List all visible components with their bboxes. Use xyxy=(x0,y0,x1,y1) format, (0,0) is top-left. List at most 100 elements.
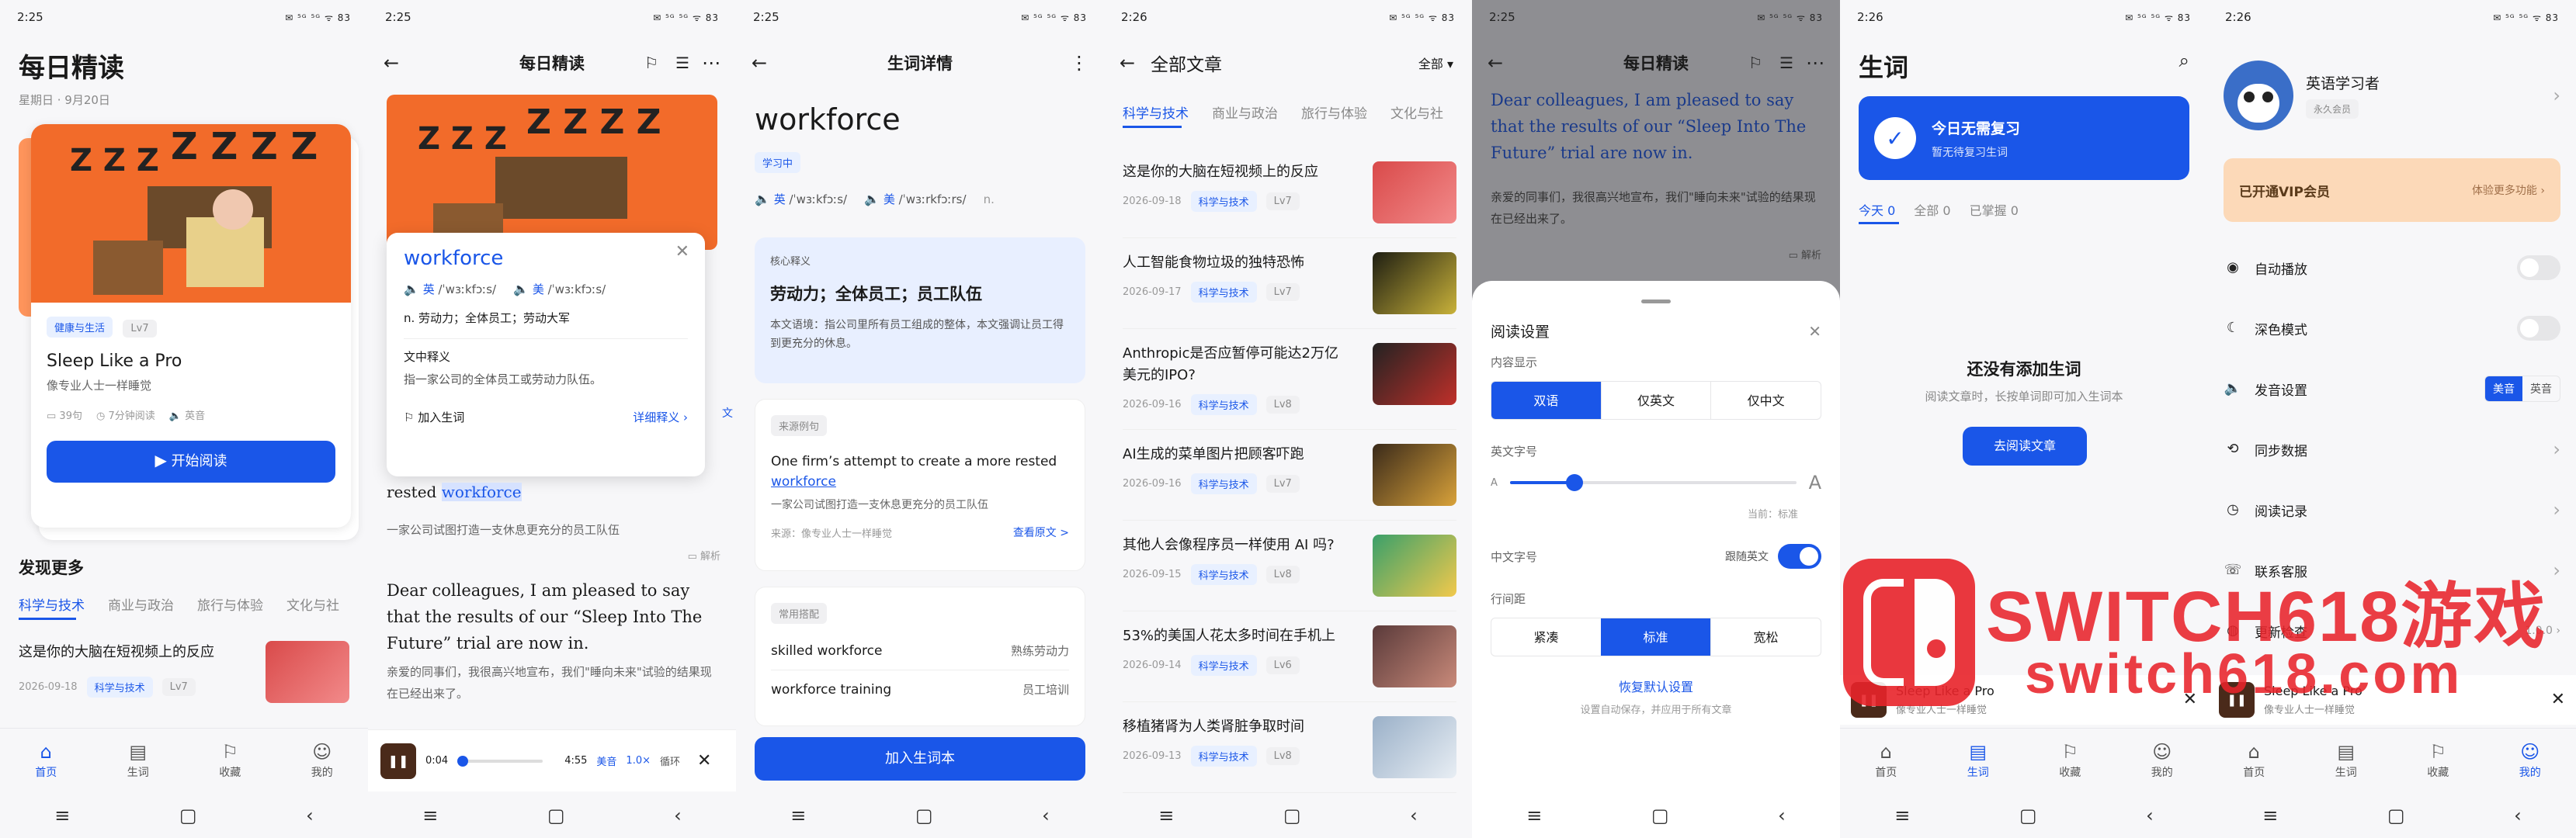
parse-button[interactable]: ▭ 解析 xyxy=(688,548,720,563)
square-icon[interactable]: ▢ xyxy=(1283,805,1301,826)
menu-icon[interactable]: ≡ xyxy=(1526,805,1542,826)
menu-icon[interactable]: ≡ xyxy=(1894,805,1910,826)
seg-standard[interactable]: 标准 xyxy=(1601,618,1710,656)
back-arrow-icon[interactable]: ← xyxy=(752,54,767,72)
seg-chinese-only[interactable]: 仅中文 xyxy=(1710,382,1821,419)
list-item[interactable]: 这是你的大脑在短视频上的反应 2026-09-18 科学与技术 Lv7 xyxy=(19,641,349,703)
nav-home[interactable]: ⌂ 首页 xyxy=(2243,743,2265,780)
detail-link[interactable]: 详细释义 › xyxy=(633,409,688,425)
progress-slider[interactable] xyxy=(457,755,543,767)
close-icon[interactable]: ✕ xyxy=(2551,691,2565,708)
nav-me[interactable]: ☺ 我的 xyxy=(2151,743,2173,780)
back-arrow-icon[interactable]: ← xyxy=(384,54,399,72)
more-vertical-icon[interactable]: ⋮ xyxy=(1070,54,1088,72)
accent-toggle[interactable]: 美音 xyxy=(596,753,616,768)
tab-science[interactable]: 科学与技术 xyxy=(19,594,85,614)
seg-loose[interactable]: 宽松 xyxy=(1710,618,1821,656)
nav-vocab[interactable]: ▤ 生词 xyxy=(2335,743,2357,780)
tab-culture[interactable]: 文化与社 xyxy=(286,594,339,614)
seg-english-only[interactable]: 仅英文 xyxy=(1600,382,1711,419)
tab-culture[interactable]: 文化与社 xyxy=(1390,102,1443,122)
player-cover[interactable]: ❚❚ xyxy=(380,743,416,779)
back-icon[interactable]: ‹ xyxy=(306,805,314,826)
uk-pronounce-button[interactable]: 🔈 英 /ˈwɜːkfɔːs/ xyxy=(404,281,496,297)
settings-icon[interactable]: ☰ xyxy=(675,55,689,71)
nav-me[interactable]: ☺ 我的 xyxy=(311,743,333,780)
nav-favorites[interactable]: ⚐ 收藏 xyxy=(2059,743,2081,780)
review-banner[interactable]: ✓ 今日无需复习 暂无待复习生词 xyxy=(1859,96,2189,180)
list-item[interactable]: 53%的美国人花太多时间在手机上 2026-09-14 科学与技术 Lv6 xyxy=(1123,611,1456,702)
settings-item[interactable]: 🔈 发音设置 美音 英音 xyxy=(2224,358,2560,419)
list-item[interactable]: 这是你的大脑在短视频上的反应 2026-09-18 科学与技术 Lv7 xyxy=(1123,147,1456,238)
search-icon[interactable]: ⌕ xyxy=(2179,51,2189,70)
uk-pronounce-button[interactable]: 🔈 英 /ˈwɜːkfɔːs/ xyxy=(755,191,847,207)
more-icon[interactable]: ⋯ xyxy=(702,54,720,72)
close-icon[interactable]: ✕ xyxy=(1808,324,1821,339)
profile-header[interactable]: 英语学习者 永久会员 › xyxy=(2224,61,2560,130)
parse-button[interactable]: ▭ 解析 xyxy=(1789,247,1821,261)
settings-item[interactable]: ☾ 深色模式 xyxy=(2224,298,2560,358)
list-item[interactable]: AI生成的菜单图片把顾客吓跑 2026-09-16 科学与技术 Lv7 xyxy=(1123,430,1456,521)
close-icon[interactable]: ✕ xyxy=(2183,691,2197,708)
mini-player[interactable]: ❚❚ Sleep Like a Pro 像专业人士一样睡觉 ✕ xyxy=(2208,675,2576,725)
back-icon[interactable]: ‹ xyxy=(674,805,682,826)
view-original-link[interactable]: 查看原文 > xyxy=(1013,525,1069,540)
list-item[interactable]: 其他人会像程序员一样使用 AI 吗? 2026-09-15 科学与技术 Lv8 xyxy=(1123,521,1456,611)
list-item[interactable]: 移植猪肾为人类肾脏争取时间 2026-09-13 科学与技术 Lv8 xyxy=(1123,702,1456,793)
settings-item[interactable]: ◍ 更新检查 1.0.0 › xyxy=(2224,601,2560,661)
back-icon[interactable]: ‹ xyxy=(1042,805,1050,826)
tab-today[interactable]: 今天 0 xyxy=(1859,200,1895,219)
settings-item[interactable]: ⟲ 同步数据 › xyxy=(2224,419,2560,480)
square-icon[interactable]: ▢ xyxy=(179,805,197,826)
us-pronounce-button[interactable]: 🔈 美 /ˈwɜːrkfɔːrs/ xyxy=(864,191,966,207)
follow-english-toggle[interactable] xyxy=(1778,544,1821,569)
go-read-button[interactable]: 去阅读文章 xyxy=(1963,427,2087,466)
nav-me[interactable]: ☺ 我的 xyxy=(2519,743,2541,780)
add-to-vocab-button[interactable]: 加入生词本 xyxy=(755,737,1085,781)
more-icon[interactable]: ⋯ xyxy=(1806,54,1824,72)
settings-icon[interactable]: ☰ xyxy=(1779,55,1793,71)
add-to-vocab-button[interactable]: ⚐ 加入生词 xyxy=(404,409,464,425)
tab-all[interactable]: 全部 0 xyxy=(1914,200,1950,219)
bookmark-icon[interactable]: ⚐ xyxy=(644,55,658,71)
tab-science[interactable]: 科学与技术 xyxy=(1123,102,1189,122)
seg-us[interactable]: 美音 xyxy=(2485,376,2522,401)
square-icon[interactable]: ▢ xyxy=(547,805,565,826)
back-arrow-icon[interactable]: ← xyxy=(1120,54,1135,72)
back-arrow-icon[interactable]: ← xyxy=(1488,54,1503,72)
speed-toggle[interactable]: 1.0× xyxy=(626,755,651,767)
menu-icon[interactable]: ≡ xyxy=(1158,805,1174,826)
seg-bilingual[interactable]: 双语 xyxy=(1491,382,1601,419)
seg-uk[interactable]: 英音 xyxy=(2522,376,2560,401)
settings-item[interactable]: ◷ 阅读记录 › xyxy=(2224,480,2560,540)
seg-compact[interactable]: 紧凑 xyxy=(1491,618,1601,656)
back-icon[interactable]: ‹ xyxy=(1410,805,1418,826)
square-icon[interactable]: ▢ xyxy=(2387,805,2405,826)
toggle-switch[interactable] xyxy=(2517,255,2560,280)
list-item[interactable]: 人工智能食物垃圾的独特恐怖 2026-09-17 科学与技术 Lv7 xyxy=(1123,238,1456,329)
square-icon[interactable]: ▢ xyxy=(915,805,933,826)
start-reading-button[interactable]: ▶ 开始阅读 xyxy=(47,441,335,483)
us-pronounce-button[interactable]: 🔈 美 /ˈwɜːkfɔːs/ xyxy=(513,281,606,297)
settings-item[interactable]: ◉ 自动播放 xyxy=(2224,237,2560,298)
square-icon[interactable]: ▢ xyxy=(1651,805,1669,826)
mini-player[interactable]: ❚❚ Sleep Like a Pro 像专业人士一样睡觉 ✕ xyxy=(1840,675,2208,725)
tab-travel[interactable]: 旅行与体验 xyxy=(197,594,263,614)
close-icon[interactable]: ✕ xyxy=(697,752,711,770)
menu-icon[interactable]: ≡ xyxy=(2262,805,2278,826)
tab-mastered[interactable]: 已掌握 0 xyxy=(1970,200,2019,219)
menu-icon[interactable]: ≡ xyxy=(790,805,806,826)
close-icon[interactable]: ✕ xyxy=(675,244,689,261)
nav-favorites[interactable]: ⚐ 收藏 xyxy=(219,743,241,780)
square-icon[interactable]: ▢ xyxy=(2019,805,2037,826)
highlighted-word[interactable]: workforce xyxy=(441,483,522,501)
nav-favorites[interactable]: ⚐ 收藏 xyxy=(2427,743,2449,780)
reset-defaults-button[interactable]: 恢复默认设置 xyxy=(1491,677,1821,695)
menu-icon[interactable]: ≡ xyxy=(422,805,438,826)
back-icon[interactable]: ‹ xyxy=(2514,805,2522,826)
tab-business[interactable]: 商业与政治 xyxy=(108,594,174,614)
tab-travel[interactable]: 旅行与体验 xyxy=(1301,102,1367,122)
settings-item[interactable]: ☏ 联系客服 › xyxy=(2224,540,2560,601)
nav-home[interactable]: ⌂ 首页 xyxy=(1875,743,1897,780)
featured-card[interactable]: Z Z ZZ Z Z Z 健康与生活 Lv7 Sleep Like a Pro … xyxy=(31,124,351,528)
